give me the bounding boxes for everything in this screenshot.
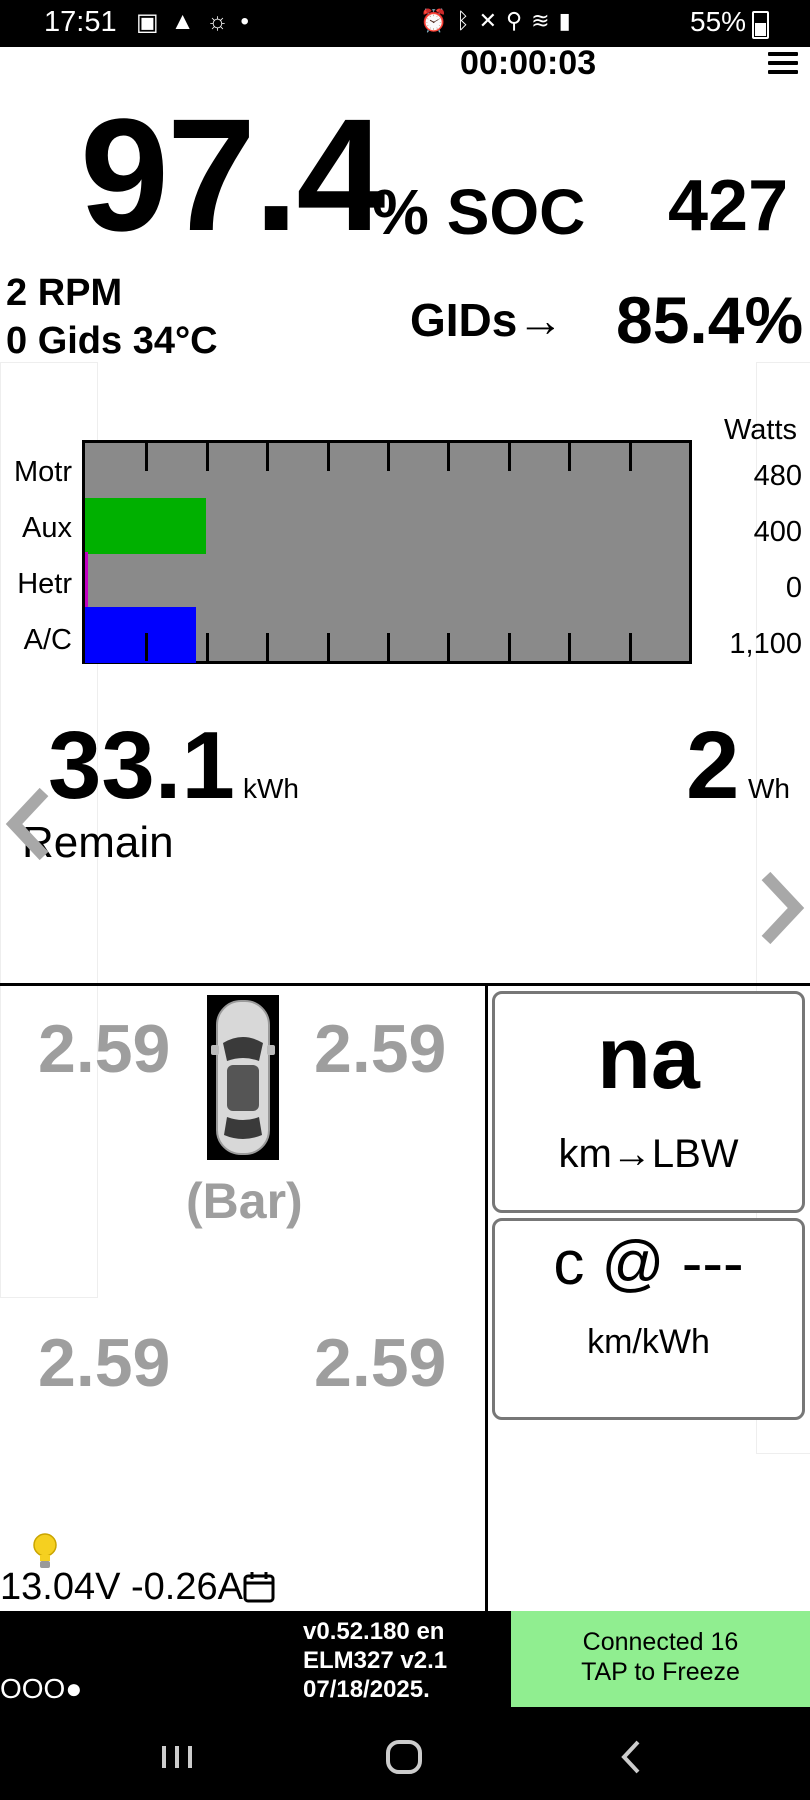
gids-count: 427 xyxy=(668,166,789,246)
bar-label-ac: A/C xyxy=(23,624,72,656)
soc-value: 97.4 xyxy=(80,85,385,264)
efficiency-card[interactable]: c @ --- km/kWh xyxy=(492,1218,805,1420)
range-value: na xyxy=(597,1008,700,1107)
bar-tick-bottom xyxy=(447,633,450,661)
mute-icon: ✕ xyxy=(478,8,498,33)
location-icon: ⚲ xyxy=(506,8,523,33)
version-line: v0.52.180 en xyxy=(303,1618,445,1645)
power-bar-chart xyxy=(82,440,692,664)
bar-tick xyxy=(145,443,148,471)
remaining-energy-unit: kWh xyxy=(243,773,299,804)
bar-tick xyxy=(387,443,390,471)
chevron-left-icon[interactable] xyxy=(4,784,56,864)
range-unit: km→LBW xyxy=(558,1132,739,1176)
page-indicator: OOO● xyxy=(0,1673,83,1704)
navigation-icon: ▲ xyxy=(170,8,195,35)
battery-icon xyxy=(752,11,769,39)
calendar-icon[interactable] xyxy=(242,1570,276,1604)
freeze-button[interactable]: Connected 16 TAP to Freeze xyxy=(511,1611,810,1707)
system-icons: ⏰ ᛒ ✕ ⚲ ≋ ▮ xyxy=(420,8,571,34)
bar-tick xyxy=(266,443,269,471)
bluetooth-icon: ᛒ xyxy=(456,8,470,33)
system-nav-bar xyxy=(0,1716,810,1800)
photo-icon: ▣ xyxy=(136,9,159,36)
status-bar: 17:51 ▣ ▲ ☼ • ⏰ ᛒ ✕ ⚲ ≋ ▮ 55% xyxy=(0,0,810,47)
tire-pressure-unit: (Bar) xyxy=(186,1173,303,1229)
remaining-energy-value: 33.1 xyxy=(48,712,235,819)
bar-tick xyxy=(206,443,209,471)
notification-icons: ▣ ▲ ☼ • xyxy=(136,8,249,37)
freeze-label: TAP to Freeze xyxy=(581,1658,740,1686)
version-info: v0.52.180 en ELM327 v2.1 07/18/2025. xyxy=(303,1617,447,1704)
bar-tick-bottom xyxy=(145,633,148,661)
used-energy-unit: Wh xyxy=(748,773,790,804)
tire-front-left: 2.59 xyxy=(38,1011,171,1087)
menu-icon[interactable] xyxy=(768,52,798,76)
bar-tick-bottom xyxy=(629,633,632,661)
bar-tick-bottom xyxy=(568,633,571,661)
bar-tick-bottom xyxy=(508,633,511,661)
power-bar-aux xyxy=(85,498,206,554)
battery-12v-readout: 13.04V -0.26A xyxy=(0,1566,243,1608)
bar-tick xyxy=(629,443,632,471)
bar-label-aux: Aux xyxy=(22,512,72,544)
weather-icon: ☼ xyxy=(206,8,229,35)
gids-label: GIDs→ xyxy=(410,294,564,346)
bar-tick-bottom xyxy=(266,633,269,661)
rpm-readout: 2 RPM xyxy=(6,272,123,314)
range-card[interactable]: na km→LBW xyxy=(492,991,805,1213)
home-icon[interactable] xyxy=(384,1732,424,1782)
tire-front-right: 2.59 xyxy=(314,1011,447,1087)
section-divider xyxy=(0,983,810,986)
footer-bar: OOO● v0.52.180 en ELM327 v2.1 07/18/2025… xyxy=(0,1611,810,1716)
bar-tick xyxy=(447,443,450,471)
efficiency-unit: km/kWh xyxy=(587,1323,710,1361)
chevron-right-icon[interactable] xyxy=(754,868,806,948)
power-bar-ac xyxy=(85,607,196,663)
efficiency-value: c @ --- xyxy=(553,1229,744,1298)
tire-rear-right: 2.59 xyxy=(314,1325,447,1401)
alarm-icon: ⏰ xyxy=(420,8,448,33)
column-divider xyxy=(485,985,488,1611)
connection-status: Connected 16 xyxy=(582,1628,739,1656)
gids-temp-readout: 0 Gids 34°C xyxy=(6,320,218,362)
tire-rear-left: 2.59 xyxy=(38,1325,171,1401)
gids-percent: 85.4% xyxy=(616,283,804,357)
used-energy-value: 2 xyxy=(686,712,740,819)
dot-icon: • xyxy=(240,8,249,35)
adapter-line: ELM327 v2.1 xyxy=(303,1647,448,1674)
bar-label-heater: Hetr xyxy=(17,568,72,600)
watts-ac: 1,100 xyxy=(729,628,802,660)
watts-header: Watts xyxy=(724,414,798,446)
soc-unit: % SOC xyxy=(372,176,586,248)
bar-tick-bottom xyxy=(206,633,209,661)
date-line: 07/18/2025. xyxy=(303,1676,430,1703)
watts-motor: 480 xyxy=(753,460,802,492)
clock: 17:51 xyxy=(44,6,117,38)
power-bar-hetr xyxy=(85,552,88,608)
recent-apps-icon[interactable] xyxy=(160,1732,194,1782)
elapsed-timer: 00:00:03 xyxy=(460,44,597,82)
bar-label-motor: Motr xyxy=(14,456,72,488)
car-icon xyxy=(207,995,279,1160)
bar-tick xyxy=(508,443,511,471)
wifi-icon: ≋ xyxy=(531,8,550,33)
battery-percent: 55% xyxy=(690,6,747,37)
bar-tick-bottom xyxy=(387,633,390,661)
signal-icon: ▮ xyxy=(558,8,571,33)
bar-tick xyxy=(568,443,571,471)
watts-aux: 400 xyxy=(753,516,802,548)
back-icon[interactable] xyxy=(616,1732,646,1782)
bar-tick-bottom xyxy=(327,633,330,661)
bar-tick xyxy=(327,443,330,471)
watts-heater: 0 xyxy=(785,572,802,604)
